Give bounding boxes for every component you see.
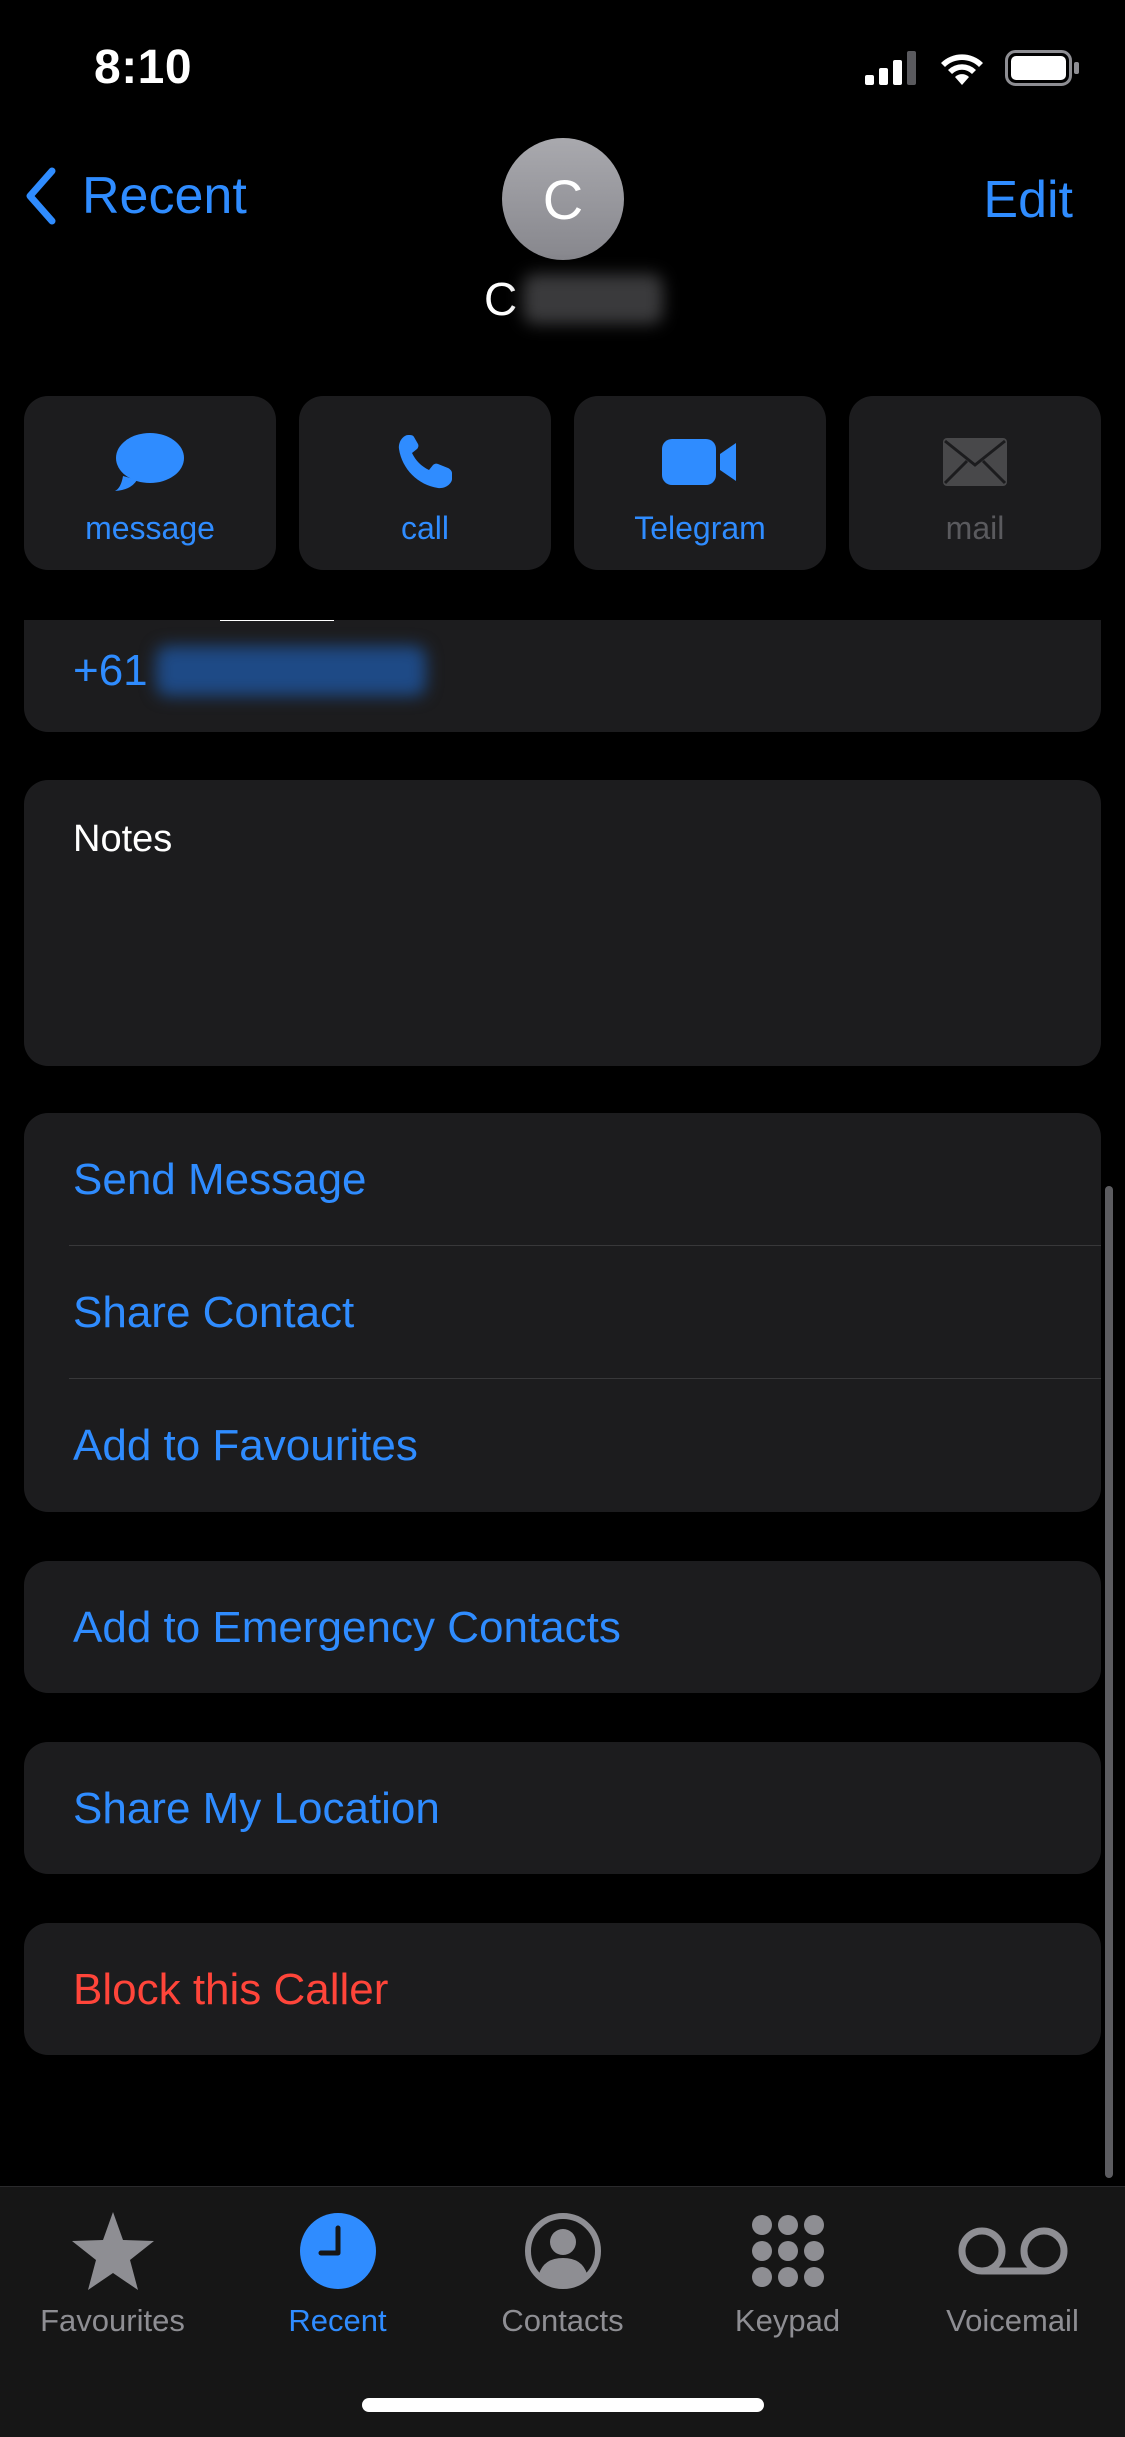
share-contact-option[interactable]: Share Contact [73,1288,354,1338]
chevron-left-icon [26,167,56,225]
tab-label: Recent [288,2303,387,2338]
divider [69,1245,1101,1246]
mail-action-button[interactable]: mail [849,396,1101,570]
block-caller-card[interactable]: Block this Caller [24,1923,1101,2055]
tab-recent[interactable]: Recent [225,2209,450,2339]
phone-icon [398,435,452,489]
tab-label: Contacts [501,2303,624,2338]
message-action-label: message [85,510,215,546]
call-action-button[interactable]: call [299,396,551,570]
avatar: C [502,138,624,260]
home-indicator[interactable] [362,2398,764,2412]
envelope-icon [943,438,1007,486]
phone-number-prefix: +61 [73,646,148,695]
tab-keypad[interactable]: Keypad [675,2209,900,2339]
tab-label: Keypad [734,2303,841,2338]
contact-name: C [484,272,664,326]
tab-favourites[interactable]: Favourites [0,2209,225,2339]
star-icon [71,2212,154,2290]
phone-number[interactable]: +61 [73,646,426,696]
message-bubble-icon [115,433,184,491]
contact-name-text: C [484,273,518,325]
telegram-action-label: Telegram [634,510,766,546]
status-time: 8:10 [94,41,193,94]
redacted-name [523,274,664,324]
keypad-icon [751,2215,824,2287]
clock-icon [299,2213,376,2289]
tab-label: Favourites [40,2303,185,2338]
cellular-signal-icon [865,51,916,85]
wifi-icon [941,54,983,85]
avatar-initial: C [542,167,584,231]
call-action-label: call [400,510,449,546]
tab-contacts[interactable]: Contacts [450,2209,675,2339]
divider [69,1378,1101,1379]
block-caller-option[interactable]: Block this Caller [73,1965,388,2015]
add-favourites-option[interactable]: Add to Favourites [73,1421,418,1471]
add-emergency-contact-option[interactable]: Add to Emergency Contacts [73,1603,621,1653]
contact-options-group: Send Message Share Contact Add to Favour… [24,1113,1101,1512]
send-message-option[interactable]: Send Message [73,1155,367,1205]
tab-label: Voicemail [946,2303,1079,2338]
status-icons [865,50,1081,86]
voicemail-icon [958,2227,1067,2275]
share-location-card[interactable]: Share My Location [24,1742,1101,1874]
message-action-button[interactable]: message [24,396,276,570]
telegram-action-button[interactable]: Telegram [574,396,826,570]
video-camera-icon [662,439,736,485]
tab-voicemail[interactable]: Voicemail [900,2209,1125,2339]
person-circle-icon [524,2213,601,2289]
battery-icon [1005,50,1079,86]
notes-card[interactable]: Notes [24,780,1101,1066]
share-location-option[interactable]: Share My Location [73,1784,440,1834]
emergency-contact-card[interactable]: Add to Emergency Contacts [24,1561,1101,1693]
redacted-phone [155,646,426,696]
scrollbar[interactable] [1105,1186,1113,2178]
scroll-edge [0,570,1125,620]
back-button[interactable]: Recent [24,166,247,226]
notes-label: Notes [73,818,173,860]
mail-action-label: mail [945,510,1005,546]
edit-button[interactable]: Edit [983,170,1073,230]
back-label: Recent [82,167,247,225]
